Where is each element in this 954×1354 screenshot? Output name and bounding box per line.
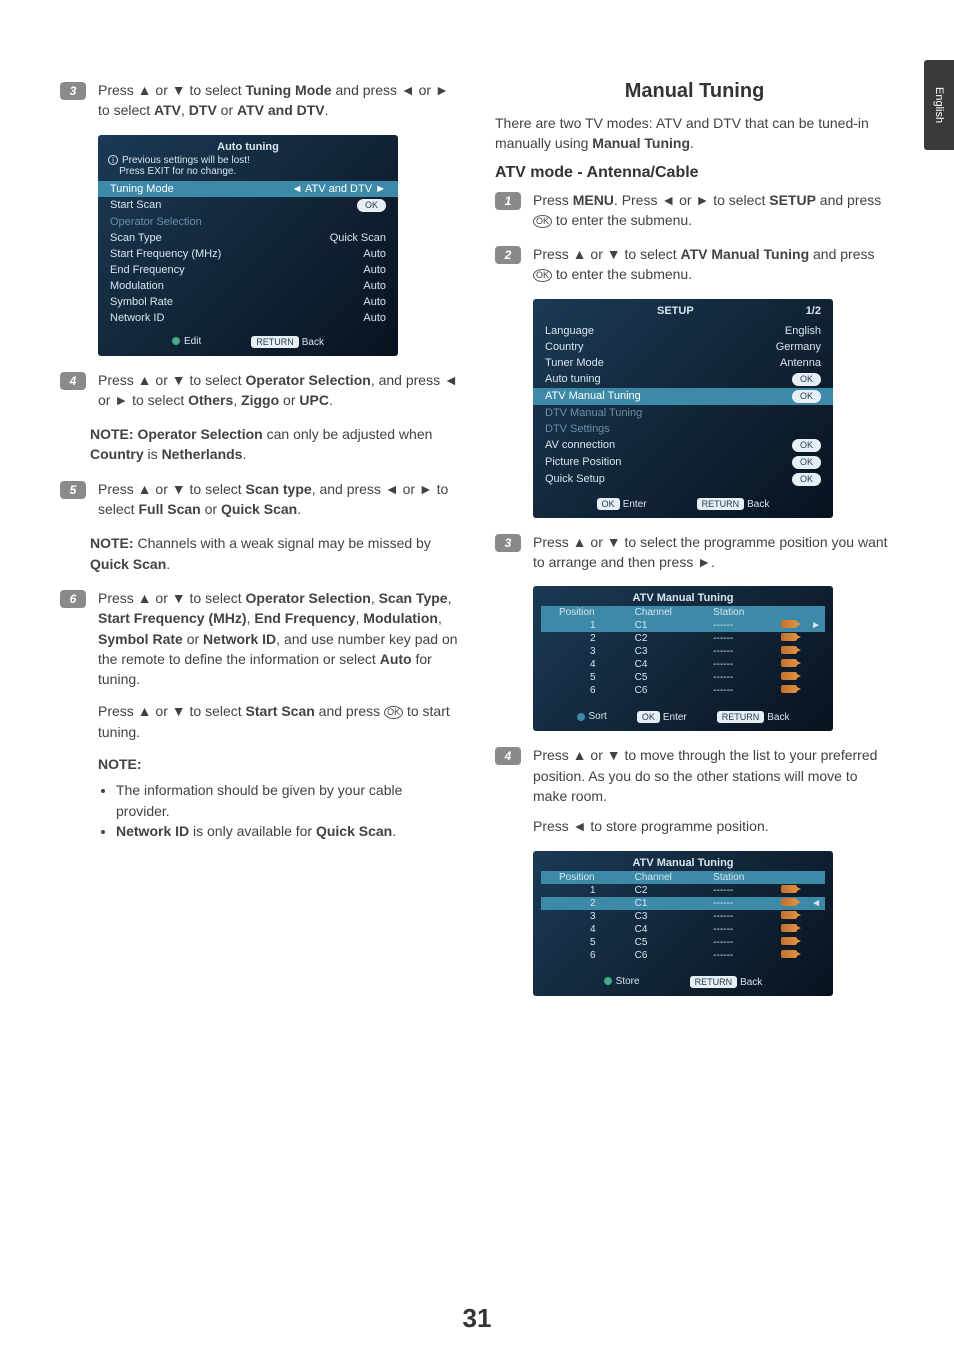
- step-4-text: Press ▲ or ▼ to move through the list to…: [533, 745, 894, 836]
- osd-atv-footer: Sort OKEnter RETURNBack: [533, 701, 833, 731]
- return-button-icon: RETURN: [690, 976, 738, 988]
- step-6-left: 6 Press ▲ or ▼ to select Operator Select…: [60, 588, 459, 841]
- table-row: 6C6------: [541, 949, 825, 962]
- step-3-right: 3 Press ▲ or ▼ to select the programme p…: [495, 532, 894, 573]
- ok-icon: OK: [533, 269, 552, 282]
- green-dot-icon: [604, 977, 612, 985]
- osd-row: Tuning Mode◄ ATV and DTV ►: [98, 181, 398, 197]
- return-button-icon: RETURN: [251, 336, 299, 348]
- page-number: 31: [0, 1303, 954, 1334]
- osd-row: Start Frequency (MHz)Auto: [98, 246, 398, 262]
- step-badge-6: 6: [60, 590, 86, 608]
- return-button-icon: RETURN: [717, 711, 765, 723]
- osd-row: ATV Manual TuningOK: [533, 388, 833, 405]
- osd-row: CountryGermany: [533, 339, 833, 355]
- osd-atv2-footer: Store RETURNBack: [533, 966, 833, 996]
- ok-button-icon: OK: [597, 498, 620, 510]
- language-tab: English: [924, 60, 954, 150]
- osd-row: ModulationAuto: [98, 278, 398, 294]
- step-6-text: Press ▲ or ▼ to select Operator Selectio…: [98, 588, 459, 841]
- table-row: 2C2------: [541, 632, 825, 645]
- osd-warning: iPrevious settings will be lost! Press E…: [98, 155, 398, 181]
- table-row: 3C3------: [541, 910, 825, 923]
- table-row: 5C5------: [541, 936, 825, 949]
- osd-row: Picture PositionOK: [533, 454, 833, 471]
- note-bullet-1: The information should be given by your …: [116, 780, 459, 821]
- table-row: 4C4------: [541, 658, 825, 671]
- manual-tuning-title: Manual Tuning: [495, 80, 894, 103]
- osd-atv-manual-tuning-1: ATV Manual Tuning PositionChannelStation…: [533, 586, 833, 731]
- osd-footer: Edit RETURNBack: [98, 326, 398, 356]
- step-4-right: 4 Press ▲ or ▼ to move through the list …: [495, 745, 894, 836]
- osd-row: Auto tuningOK: [533, 371, 833, 388]
- step-4-left: 4 Press ▲ or ▼ to select Operator Select…: [60, 370, 459, 411]
- ok-button-icon: OK: [637, 711, 660, 723]
- green-dot-icon: [172, 337, 180, 345]
- osd-auto-tuning: Auto tuning iPrevious settings will be l…: [98, 135, 398, 356]
- step-2-right: 2 Press ▲ or ▼ to select ATV Manual Tuni…: [495, 244, 894, 285]
- info-icon: i: [108, 155, 118, 165]
- osd-atv2-title: ATV Manual Tuning: [533, 851, 833, 871]
- table-row: 1C2------: [541, 884, 825, 897]
- step-badge-4: 4: [495, 747, 521, 765]
- table-row: 6C6------: [541, 684, 825, 697]
- atv-mode-subhead: ATV mode - Antenna/Cable: [495, 164, 894, 182]
- table-row: 1C1------►: [541, 619, 825, 632]
- step-5-left: 5 Press ▲ or ▼ to select Scan type, and …: [60, 479, 459, 520]
- osd-row: AV connectionOK: [533, 437, 833, 454]
- osd-row: LanguageEnglish: [533, 323, 833, 339]
- osd-row: Start ScanOK: [98, 197, 398, 214]
- note-operator-selection: NOTE: Operator Selection can only be adj…: [90, 424, 459, 465]
- step-4-text: Press ▲ or ▼ to select Operator Selectio…: [98, 370, 459, 411]
- osd-row: DTV Manual Tuning: [533, 405, 833, 421]
- step-3-text: Press ▲ or ▼ to select the programme pos…: [533, 532, 894, 573]
- step-badge-1: 1: [495, 192, 521, 210]
- right-column: Manual Tuning There are two TV modes: AT…: [495, 80, 894, 1010]
- osd-atv-manual-tuning-2: ATV Manual Tuning PositionChannelStation…: [533, 851, 833, 996]
- return-button-icon: RETURN: [697, 498, 745, 510]
- osd-atv-title: ATV Manual Tuning: [533, 586, 833, 606]
- table-row: 4C4------: [541, 923, 825, 936]
- osd-setup: SETUP1/2 LanguageEnglishCountryGermanyTu…: [533, 299, 833, 518]
- page-content: 3 Press ▲ or ▼ to select Tuning Mode and…: [0, 0, 954, 1040]
- ok-icon: OK: [384, 706, 403, 719]
- note-bullet-2: Network ID is only available for Quick S…: [116, 821, 459, 841]
- table-row: 5C5------: [541, 671, 825, 684]
- osd-row: Scan TypeQuick Scan: [98, 230, 398, 246]
- step-3-left: 3 Press ▲ or ▼ to select Tuning Mode and…: [60, 80, 459, 121]
- osd-setup-header: SETUP1/2: [533, 299, 833, 323]
- step-badge-3: 3: [495, 534, 521, 552]
- osd-setup-footer: OKEnter RETURNBack: [533, 488, 833, 518]
- step-2-text: Press ▲ or ▼ to select ATV Manual Tuning…: [533, 244, 894, 285]
- osd-row: End FrequencyAuto: [98, 262, 398, 278]
- osd-title: Auto tuning: [98, 135, 398, 155]
- blue-dot-icon: [577, 713, 585, 721]
- left-column: 3 Press ▲ or ▼ to select Tuning Mode and…: [60, 80, 459, 1010]
- osd-row: DTV Settings: [533, 421, 833, 437]
- step-1-text: Press MENU. Press ◄ or ► to select SETUP…: [533, 190, 894, 231]
- step-5-text: Press ▲ or ▼ to select Scan type, and pr…: [98, 479, 459, 520]
- table-row: 3C3------: [541, 645, 825, 658]
- step-badge-4: 4: [60, 372, 86, 390]
- osd-row: Symbol RateAuto: [98, 294, 398, 310]
- step-badge-3: 3: [60, 82, 86, 100]
- ok-icon: OK: [533, 215, 552, 228]
- table-row: 2C1------◄: [541, 897, 825, 910]
- osd-row: Network IDAuto: [98, 310, 398, 326]
- note-quick-scan: NOTE: Channels with a weak signal may be…: [90, 533, 459, 574]
- step-badge-5: 5: [60, 481, 86, 499]
- step-badge-2: 2: [495, 246, 521, 264]
- step-1-right: 1 Press MENU. Press ◄ or ► to select SET…: [495, 190, 894, 231]
- osd-row: Operator Selection: [98, 214, 398, 230]
- osd-row: Quick SetupOK: [533, 471, 833, 488]
- osd-row: Tuner ModeAntenna: [533, 355, 833, 371]
- step-3-text: Press ▲ or ▼ to select Tuning Mode and p…: [98, 80, 459, 121]
- intro-text: There are two TV modes: ATV and DTV that…: [495, 113, 894, 154]
